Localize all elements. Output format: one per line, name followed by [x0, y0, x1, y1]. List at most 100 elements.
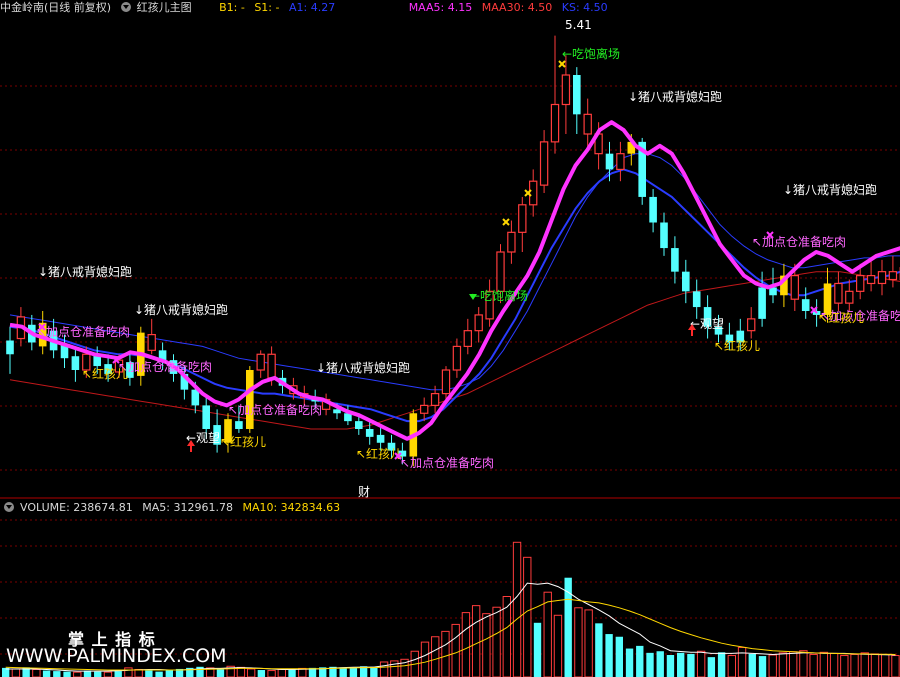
- volume-bar: [778, 652, 788, 677]
- volume-bar: [94, 671, 102, 677]
- chart-annotation: ↓猪八戒背媳妇跑: [316, 360, 410, 375]
- volume-bar: [379, 661, 389, 677]
- chart-annotation: ↓猪八戒背媳妇跑: [134, 302, 228, 317]
- candle: [474, 307, 483, 343]
- volume-bar: [533, 622, 542, 677]
- volume-bar: [461, 612, 471, 677]
- volume-bar: [471, 605, 481, 677]
- chart-stage: ↓猪八戒背媳妇跑 ↓猪八戒背媳妇跑 ↓猪八戒背媳妇跑 ↓猪八戒背媳妇跑 ↓猪八戒背媳妇跑…: [0, 0, 900, 677]
- candle-body: [507, 231, 516, 253]
- chart-annotation: ↖红孩儿: [818, 310, 864, 325]
- volume-bar: [625, 648, 634, 677]
- volume-bar: [748, 653, 756, 677]
- volume-bar: [103, 671, 113, 677]
- candle: [671, 236, 679, 284]
- volume-bar: [646, 652, 654, 677]
- candle-body: [801, 299, 810, 311]
- candle-body: [888, 271, 898, 281]
- candle-body: [518, 204, 527, 233]
- volume-bar: [124, 667, 133, 677]
- volume-bar: [850, 653, 859, 677]
- volume-bar: [829, 652, 839, 677]
- candle-body: [877, 271, 887, 285]
- stock-name[interactable]: 中金岭南: [0, 1, 44, 14]
- candle-body: [463, 330, 473, 347]
- candle: [561, 55, 571, 134]
- candle-body: [583, 113, 592, 135]
- dropdown-icon[interactable]: [120, 2, 131, 12]
- volume-bar: [819, 651, 829, 677]
- maa5-line: [9, 168, 900, 423]
- candle: [573, 67, 581, 134]
- volume-bar: [420, 641, 430, 677]
- volume-header: VOLUME: 238674.81 MA5: 312961.78 MA10: 3…: [0, 500, 346, 516]
- volume-bar: [42, 670, 51, 677]
- candle-body: [660, 222, 668, 249]
- candle: [877, 259, 887, 296]
- candle: [801, 287, 810, 319]
- volume-bar: [687, 653, 695, 677]
- candle-body: [235, 421, 243, 429]
- maa30-value: MAA30: 4.50: [481, 1, 553, 14]
- chart-annotation: ↖加点仓准备吃肉: [400, 456, 494, 470]
- volume-bar: [73, 671, 82, 677]
- ks-value: KS: 4.50: [561, 1, 608, 14]
- volume-bar: [145, 670, 153, 677]
- main-chart[interactable]: ↓猪八戒背媳妇跑 ↓猪八戒背媳妇跑 ↓猪八戒背媳妇跑 ↓猪八戒背媳妇跑 ↓猪八戒背媳妇跑…: [0, 0, 900, 677]
- candle-body: [420, 404, 429, 414]
- chart-annotation: ←吃饱离场: [562, 46, 620, 61]
- volume-bar: [553, 614, 563, 677]
- chart-annotation: ↓猪八戒背媳妇跑: [628, 89, 722, 104]
- candle: [507, 220, 516, 264]
- candle: [6, 326, 14, 374]
- chart-mode[interactable]: (日线 前复权): [44, 1, 111, 14]
- candle-body: [528, 180, 538, 206]
- main-header: 中金岭南(日线 前复权) 红孩儿主图 B1: - S1: - A1: 4.27 …: [0, 0, 614, 16]
- candle: [463, 318, 473, 355]
- volume-bar: [246, 668, 256, 677]
- candle: [866, 259, 876, 292]
- volume-bar: [114, 671, 122, 677]
- volume-bar: [196, 666, 204, 677]
- candle-body: [191, 389, 200, 406]
- candle: [780, 263, 788, 308]
- volume-bar: [605, 634, 613, 677]
- chart-annotation: 财: [358, 485, 370, 499]
- volume-bar: [707, 657, 716, 677]
- volume-bar: [277, 668, 286, 677]
- volume-bar: [370, 666, 378, 677]
- a1-value: A1: 4.27: [288, 1, 336, 14]
- volume-bar: [881, 653, 890, 677]
- candle-body: [561, 74, 571, 106]
- candle: [888, 255, 898, 288]
- volume-bar: [431, 636, 440, 677]
- candle: [528, 169, 538, 217]
- vol-ma5-value: MA5: 312961.78: [142, 501, 233, 514]
- candle: [692, 279, 701, 319]
- candle-body: [539, 141, 549, 186]
- a1-line: [9, 120, 900, 441]
- candle-body: [790, 275, 800, 300]
- dropdown-icon[interactable]: [4, 502, 14, 512]
- candle-body: [682, 271, 690, 292]
- chart-annotation: ↖加点仓准备吃肉: [36, 325, 130, 339]
- volume-bar: [492, 606, 501, 677]
- candle-body: [6, 340, 14, 355]
- volume-bar: [809, 653, 818, 677]
- chart-annotation: ↓猪八戒背媳妇跑: [38, 264, 132, 279]
- candle: [71, 346, 80, 382]
- candle-body: [246, 370, 254, 429]
- candle-body: [441, 369, 451, 395]
- watermark-url: WWW.PALMINDEX.COM: [6, 645, 227, 667]
- chart-annotation: ↖红孩儿: [714, 338, 760, 353]
- chart-annotation: ←吃饱离场: [470, 288, 528, 303]
- b1-value: B1: -: [219, 1, 245, 14]
- candle: [845, 279, 854, 311]
- candle-body: [147, 334, 156, 351]
- volume-bar: [216, 669, 225, 677]
- indicator-name[interactable]: 红孩儿主图: [137, 1, 192, 14]
- candle-body: [855, 275, 865, 292]
- volume-value: VOLUME: 238674.81: [20, 501, 133, 514]
- candle: [616, 141, 625, 182]
- candle-body: [573, 75, 581, 115]
